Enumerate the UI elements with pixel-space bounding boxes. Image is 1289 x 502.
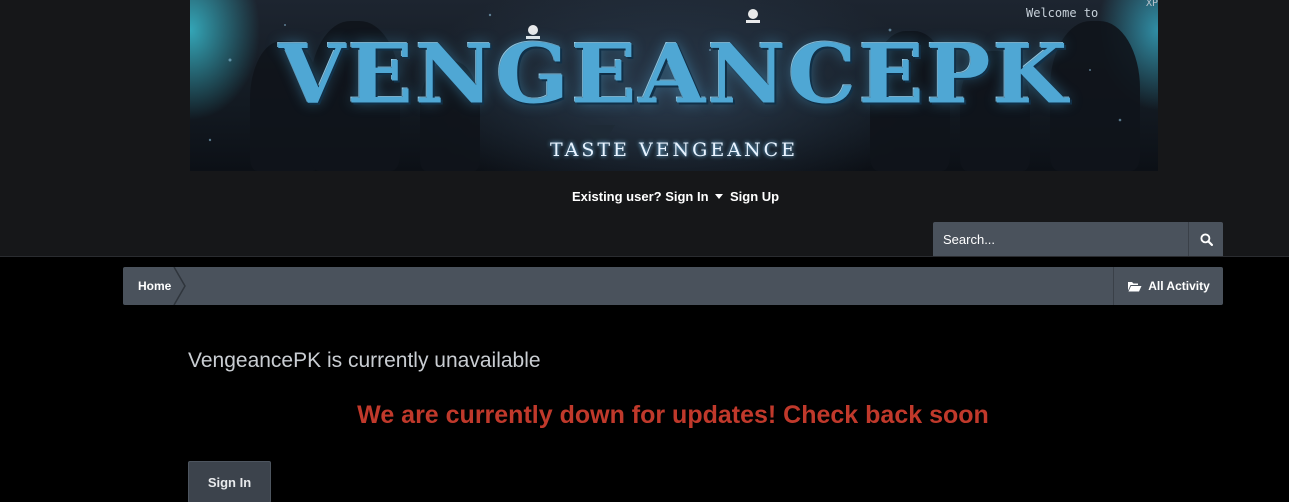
search-box xyxy=(933,222,1223,256)
caret-down-icon xyxy=(714,194,723,199)
banner-logo-text: VENGEANCEPK xyxy=(278,26,1070,123)
sign-in-button[interactable]: Sign In xyxy=(188,461,271,502)
sign-up-link[interactable]: Sign Up xyxy=(730,189,779,204)
search-icon xyxy=(1199,232,1213,246)
search-button[interactable] xyxy=(1188,222,1223,256)
banner-welcome-text: Welcome to xyxy=(1026,6,1099,20)
site-header: VENGEANCEPK TASTE VENGEANCE Welcome to X… xyxy=(0,0,1289,257)
page-title: VengeancePK is currently unavailable xyxy=(188,349,541,372)
all-activity-label: All Activity xyxy=(1148,279,1210,293)
breadcrumb: Home All Activity xyxy=(123,267,1223,305)
site-banner[interactable]: VENGEANCEPK TASTE VENGEANCE Welcome to X… xyxy=(190,0,1158,171)
banner-tagline: TASTE VENGEANCE xyxy=(550,139,798,161)
breadcrumb-separator xyxy=(173,267,186,305)
folder-open-icon xyxy=(1128,281,1142,291)
sign-in-link-label: Existing user? Sign In xyxy=(572,189,709,204)
user-nav: Existing user? Sign In Sign Up xyxy=(0,189,1289,207)
sign-in-dropdown-link[interactable]: Existing user? Sign In xyxy=(572,189,723,204)
search-input[interactable] xyxy=(933,222,1188,256)
banner-xp-text: XP xyxy=(1146,0,1158,9)
all-activity-link[interactable]: All Activity xyxy=(1113,267,1223,305)
offline-message: We are currently down for updates! Check… xyxy=(357,401,989,429)
